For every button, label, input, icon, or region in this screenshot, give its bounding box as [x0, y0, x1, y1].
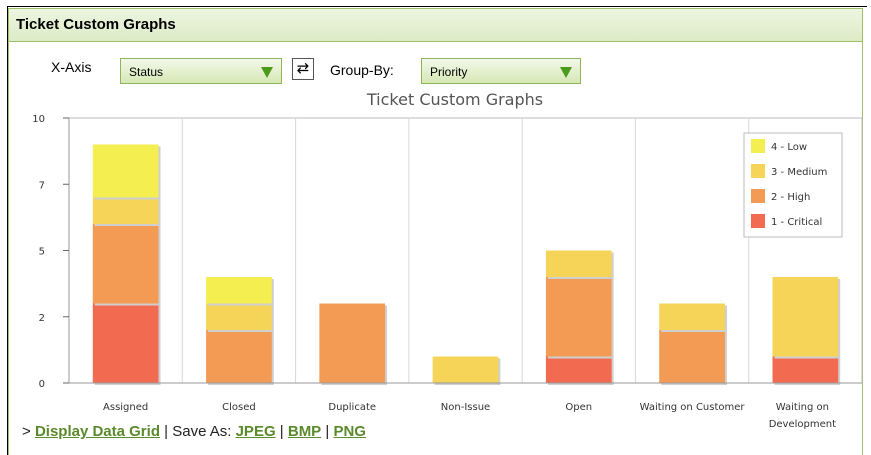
bar-segment [92, 224, 159, 304]
y-tick-label: 10 [32, 114, 45, 125]
y-tick-label: 0 [39, 379, 45, 390]
y-tick-label: 5 [39, 247, 45, 258]
separator: | [275, 423, 288, 440]
bar-segment [319, 303, 386, 383]
y-tick-label: 2 [39, 313, 45, 324]
bar-segment [206, 330, 272, 383]
x-tick-label: Open [565, 402, 592, 413]
legend-swatch [751, 139, 765, 153]
bar-segment [659, 303, 725, 330]
stacked-bar-chart: 0 2 5 7 10 Assigned Closed Duplicate Non-Issue Op… [32, 114, 863, 430]
plot-area [68, 117, 863, 384]
bar-segment [92, 197, 159, 224]
bar-segment [545, 356, 612, 383]
footer-prefix: > [22, 423, 35, 440]
bar-segment [772, 356, 839, 383]
x-tick-label: Duplicate [328, 402, 376, 413]
display-data-grid-link[interactable]: Display Data Grid [35, 423, 160, 440]
save-png-link[interactable]: PNG [333, 423, 366, 440]
bar-segment [545, 250, 612, 277]
bar-segment [659, 330, 725, 383]
footer-links: > Display Data Grid | Save As: JPEG | BM… [22, 423, 366, 440]
legend-label: 1 - Critical [771, 217, 822, 228]
legend-label: 4 - Low [771, 142, 807, 153]
bar-segment [545, 277, 612, 357]
save-as-label: | Save As: [159, 423, 236, 440]
bar-segment [92, 303, 159, 383]
save-jpeg-link[interactable]: JPEG [236, 423, 276, 440]
y-tick-label: 7 [39, 180, 45, 191]
separator: | [321, 423, 334, 440]
legend-swatch [751, 164, 765, 178]
legend-label: 3 - Medium [771, 167, 827, 178]
bar-segment [206, 303, 272, 330]
legend-swatch [751, 214, 765, 228]
legend-swatch [751, 189, 765, 203]
bar-segment [772, 277, 839, 357]
x-tick-label: Waiting on Customer [640, 402, 746, 413]
save-bmp-link[interactable]: BMP [288, 423, 321, 440]
legend-label: 2 - High [771, 192, 810, 203]
bar-segment [206, 277, 272, 304]
x-tick-label: Closed [222, 402, 256, 413]
x-tick-label: Non-Issue [441, 402, 490, 413]
x-tick-label: Assigned [103, 402, 148, 413]
bar-segment [432, 356, 499, 383]
bar-segment [92, 144, 159, 198]
x-tick-label: Waiting on Development [769, 402, 836, 430]
